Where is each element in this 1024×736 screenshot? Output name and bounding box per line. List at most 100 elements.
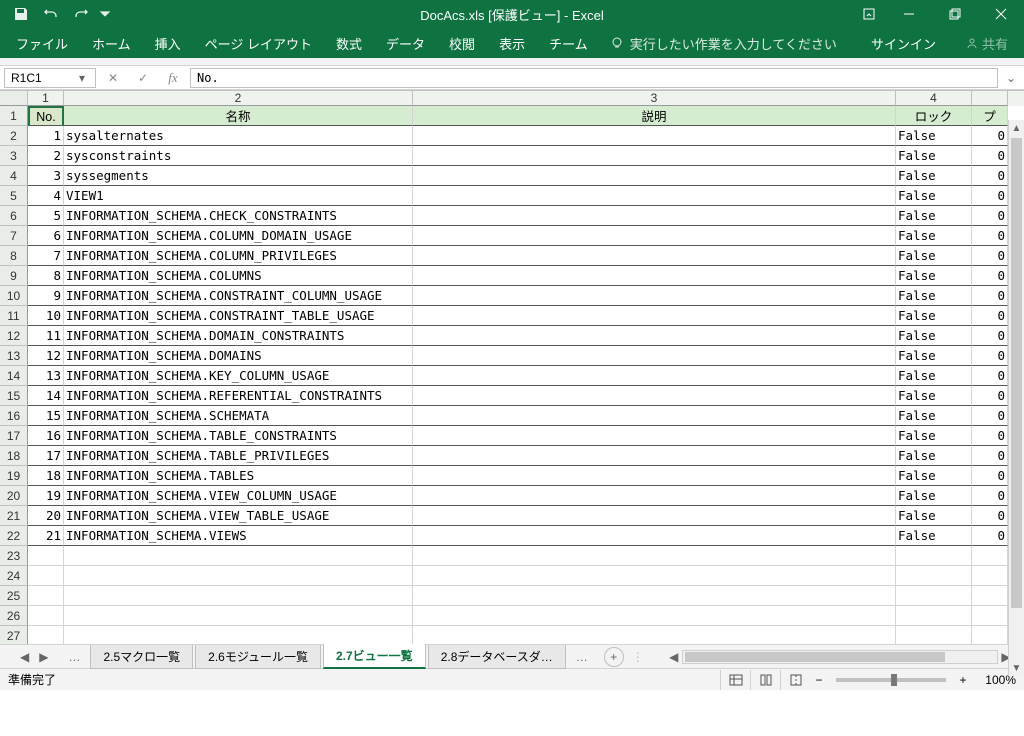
- cell-name[interactable]: INFORMATION_SCHEMA.TABLE_PRIVILEGES: [64, 446, 413, 466]
- cell[interactable]: [972, 606, 1008, 626]
- cell[interactable]: [28, 626, 64, 644]
- cell-no[interactable]: 4: [28, 186, 64, 206]
- row-header[interactable]: 8: [0, 246, 28, 266]
- row-header[interactable]: 27: [0, 626, 28, 644]
- cell[interactable]: [64, 606, 413, 626]
- cell-name[interactable]: INFORMATION_SCHEMA.CONSTRAINT_COLUMN_USA…: [64, 286, 413, 306]
- cell-no[interactable]: 1: [28, 126, 64, 146]
- cell-name[interactable]: sysalternates: [64, 126, 413, 146]
- cell[interactable]: [972, 626, 1008, 644]
- cell-no[interactable]: 9: [28, 286, 64, 306]
- row-header[interactable]: 9: [0, 266, 28, 286]
- undo-button[interactable]: [36, 0, 66, 28]
- header-desc[interactable]: 説明: [413, 106, 896, 126]
- row-header[interactable]: 23: [0, 546, 28, 566]
- cell-name[interactable]: INFORMATION_SCHEMA.KEY_COLUMN_USAGE: [64, 366, 413, 386]
- cell-lock[interactable]: False: [896, 266, 972, 286]
- cell-name[interactable]: INFORMATION_SCHEMA.COLUMNS: [64, 266, 413, 286]
- hscroll-track[interactable]: [682, 650, 998, 664]
- cell[interactable]: [64, 546, 413, 566]
- cell-lock[interactable]: False: [896, 466, 972, 486]
- cell-p[interactable]: 0: [972, 506, 1008, 526]
- cell-lock[interactable]: False: [896, 306, 972, 326]
- row-header[interactable]: 18: [0, 446, 28, 466]
- cell-desc[interactable]: [413, 226, 896, 246]
- cell-lock[interactable]: False: [896, 406, 972, 426]
- cell-desc[interactable]: [413, 186, 896, 206]
- name-box[interactable]: R1C1 ▾: [4, 68, 96, 88]
- cell-lock[interactable]: False: [896, 226, 972, 246]
- signin-link[interactable]: サインイン: [859, 28, 948, 58]
- cell-no[interactable]: 16: [28, 426, 64, 446]
- tab-data[interactable]: データ: [374, 28, 437, 58]
- horizontal-scrollbar[interactable]: ◀ ▶: [666, 649, 1014, 665]
- row-header[interactable]: 5: [0, 186, 28, 206]
- cell-no[interactable]: 13: [28, 366, 64, 386]
- sheet-ellipsis[interactable]: …: [60, 650, 88, 664]
- col-header-1[interactable]: 1: [28, 91, 64, 106]
- cell-name[interactable]: INFORMATION_SCHEMA.DOMAINS: [64, 346, 413, 366]
- cell-p[interactable]: 0: [972, 346, 1008, 366]
- cell-p[interactable]: 0: [972, 426, 1008, 446]
- minimize-button[interactable]: [886, 0, 932, 28]
- row-header[interactable]: 16: [0, 406, 28, 426]
- cell[interactable]: [28, 586, 64, 606]
- row-header[interactable]: 20: [0, 486, 28, 506]
- scroll-down-button[interactable]: ▼: [1009, 660, 1024, 676]
- cell-no[interactable]: 11: [28, 326, 64, 346]
- cell-lock[interactable]: False: [896, 186, 972, 206]
- zoom-slider[interactable]: [836, 678, 946, 682]
- cell[interactable]: [972, 586, 1008, 606]
- expand-formula-bar[interactable]: ⌄: [1002, 71, 1020, 85]
- cell-desc[interactable]: [413, 426, 896, 446]
- tab-team[interactable]: チーム: [537, 28, 600, 58]
- cell-p[interactable]: 0: [972, 146, 1008, 166]
- cell-desc[interactable]: [413, 166, 896, 186]
- cell-lock[interactable]: False: [896, 126, 972, 146]
- tab-home[interactable]: ホーム: [80, 28, 143, 58]
- tab-formulas[interactable]: 数式: [324, 28, 374, 58]
- cell-lock[interactable]: False: [896, 526, 972, 546]
- cell-desc[interactable]: [413, 126, 896, 146]
- cell-no[interactable]: 7: [28, 246, 64, 266]
- tab-page-layout[interactable]: ページ レイアウト: [193, 28, 324, 58]
- cell-p[interactable]: 0: [972, 326, 1008, 346]
- cell-lock[interactable]: False: [896, 446, 972, 466]
- cell-desc[interactable]: [413, 486, 896, 506]
- ribbon-display-options[interactable]: [852, 0, 886, 28]
- cell-p[interactable]: 0: [972, 306, 1008, 326]
- cell-p[interactable]: 0: [972, 126, 1008, 146]
- cell-no[interactable]: 10: [28, 306, 64, 326]
- header-name[interactable]: 名称: [64, 106, 413, 126]
- close-button[interactable]: [978, 0, 1024, 28]
- cell-no[interactable]: 20: [28, 506, 64, 526]
- cell[interactable]: [972, 566, 1008, 586]
- cell-p[interactable]: 0: [972, 386, 1008, 406]
- cell-lock[interactable]: False: [896, 506, 972, 526]
- cell-name[interactable]: sysconstraints: [64, 146, 413, 166]
- new-sheet-button[interactable]: +: [604, 647, 624, 667]
- cell-lock[interactable]: False: [896, 386, 972, 406]
- cell-name[interactable]: syssegments: [64, 166, 413, 186]
- cell[interactable]: [413, 606, 896, 626]
- cell-desc[interactable]: [413, 206, 896, 226]
- col-header-5[interactable]: [972, 91, 1008, 106]
- cell-desc[interactable]: [413, 146, 896, 166]
- qat-customize[interactable]: [96, 0, 114, 28]
- cell-p[interactable]: 0: [972, 406, 1008, 426]
- cell-name[interactable]: INFORMATION_SCHEMA.VIEW_COLUMN_USAGE: [64, 486, 413, 506]
- cell-desc[interactable]: [413, 326, 896, 346]
- cell-name[interactable]: INFORMATION_SCHEMA.VIEWS: [64, 526, 413, 546]
- cell-lock[interactable]: False: [896, 206, 972, 226]
- cell-p[interactable]: 0: [972, 186, 1008, 206]
- cell-name[interactable]: INFORMATION_SCHEMA.TABLES: [64, 466, 413, 486]
- tellme-search[interactable]: 実行したい作業を入力してください: [600, 34, 847, 53]
- row-header[interactable]: 2: [0, 126, 28, 146]
- cell[interactable]: [28, 566, 64, 586]
- row-header[interactable]: 17: [0, 426, 28, 446]
- row-header[interactable]: 4: [0, 166, 28, 186]
- cell-desc[interactable]: [413, 386, 896, 406]
- vertical-scrollbar[interactable]: ▲ ▼: [1008, 120, 1024, 676]
- cell-p[interactable]: 0: [972, 486, 1008, 506]
- cell-name[interactable]: INFORMATION_SCHEMA.SCHEMATA: [64, 406, 413, 426]
